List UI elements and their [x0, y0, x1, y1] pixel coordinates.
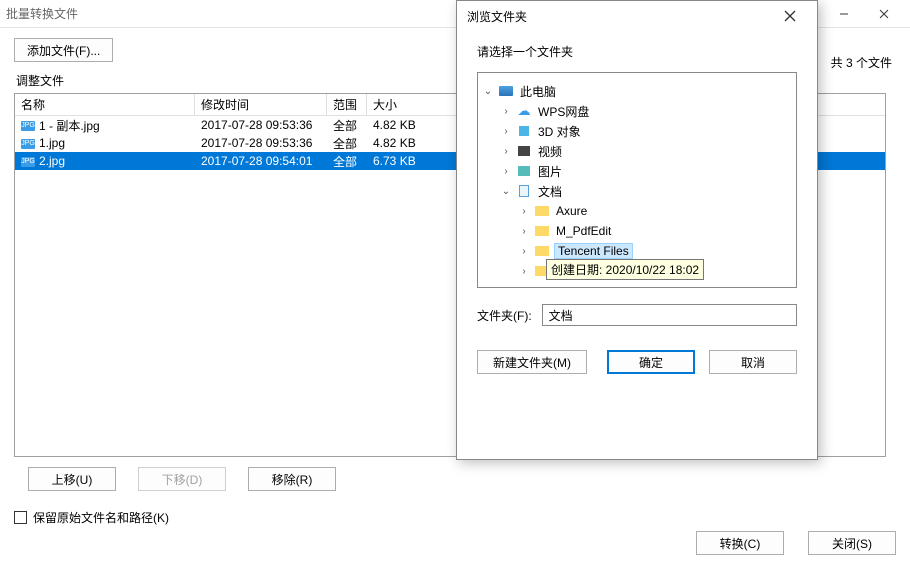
cloud-icon: ☁	[516, 104, 532, 118]
tree-root[interactable]: ⌄ 此电脑	[482, 81, 792, 101]
tree-label: 文档	[536, 183, 564, 200]
dialog-close-button[interactable]	[773, 5, 807, 27]
expand-icon[interactable]: ›	[518, 246, 530, 257]
folder-icon	[535, 246, 549, 256]
convert-button[interactable]: 转换(C)	[696, 531, 784, 555]
folder-name-input[interactable]	[542, 304, 797, 326]
tree-documents[interactable]: ⌄ 文档	[482, 181, 792, 201]
move-down-button: 下移(D)	[138, 467, 226, 491]
close-button[interactable]	[864, 0, 904, 28]
tooltip: 创建日期: 2020/10/22 18:02	[546, 259, 704, 280]
tree-label: 3D 对象	[536, 123, 583, 140]
tree-3d[interactable]: › 3D 对象	[482, 121, 792, 141]
cube-icon	[519, 126, 529, 136]
folder-icon	[535, 226, 549, 236]
expand-icon[interactable]: ›	[518, 206, 530, 217]
remove-button[interactable]: 移除(R)	[248, 467, 336, 491]
tree-mpdf[interactable]: › M_PdfEdit	[482, 221, 792, 241]
new-folder-button[interactable]: 新建文件夹(M)	[477, 350, 587, 374]
expand-icon[interactable]: ›	[518, 226, 530, 237]
col-mtime[interactable]: 修改时间	[195, 94, 327, 115]
tree-label: Tencent Files	[554, 243, 633, 259]
expand-icon[interactable]: ›	[500, 126, 512, 137]
tree-wps[interactable]: › ☁ WPS网盘	[482, 101, 792, 121]
file-count-label: 共 3 个文件	[831, 54, 892, 71]
folder-tree[interactable]: ⌄ 此电脑 › ☁ WPS网盘 › 3D 对象 › 视频 ›	[477, 72, 797, 288]
dialog-titlebar: 浏览文件夹	[457, 1, 817, 31]
col-name[interactable]: 名称	[15, 94, 195, 115]
jpg-icon: JPG	[21, 139, 35, 149]
tree-label: 图片	[536, 163, 564, 180]
tree-label: M_PdfEdit	[554, 224, 613, 238]
expand-icon[interactable]: ›	[500, 106, 512, 117]
tree-label: WPS网盘	[536, 103, 591, 120]
tree-label: 此电脑	[518, 83, 558, 100]
keep-original-label: 保留原始文件名和路径(K)	[33, 509, 169, 526]
move-up-button[interactable]: 上移(U)	[28, 467, 116, 491]
pc-icon	[499, 86, 513, 96]
picture-icon	[518, 166, 530, 176]
tree-pictures[interactable]: › 图片	[482, 161, 792, 181]
jpg-icon: JPG	[21, 121, 35, 131]
close-window-button[interactable]: 关闭(S)	[808, 531, 896, 555]
dialog-title: 浏览文件夹	[467, 8, 773, 25]
cancel-button[interactable]: 取消	[709, 350, 797, 374]
expand-icon[interactable]: ›	[500, 146, 512, 157]
folder-icon	[535, 206, 549, 216]
dialog-prompt: 请选择一个文件夹	[477, 43, 797, 60]
tree-axure[interactable]: › Axure	[482, 201, 792, 221]
keep-original-checkbox[interactable]	[14, 511, 27, 524]
minimize-button[interactable]	[824, 0, 864, 28]
ok-button[interactable]: 确定	[607, 350, 695, 374]
tree-label: Axure	[554, 204, 589, 218]
expand-icon[interactable]: ›	[500, 166, 512, 177]
folder-field-label: 文件夹(F):	[477, 307, 532, 324]
add-files-label: 添加文件(F)...	[27, 42, 100, 59]
expand-icon[interactable]: ›	[518, 266, 530, 277]
jpg-icon: JPG	[21, 157, 35, 167]
tree-video[interactable]: › 视频	[482, 141, 792, 161]
document-icon	[519, 185, 529, 197]
collapse-icon[interactable]: ⌄	[500, 186, 512, 197]
add-files-button[interactable]: 添加文件(F)...	[14, 38, 113, 62]
expand-icon[interactable]: ⌄	[482, 86, 494, 97]
tree-tencent[interactable]: › Tencent Files	[482, 241, 792, 261]
video-icon	[518, 146, 530, 156]
col-scope[interactable]: 范围	[327, 94, 367, 115]
tree-label: 视频	[536, 143, 564, 160]
browse-folder-dialog: 浏览文件夹 请选择一个文件夹 ⌄ 此电脑 › ☁ WPS网盘 › 3D 对象	[456, 0, 818, 460]
